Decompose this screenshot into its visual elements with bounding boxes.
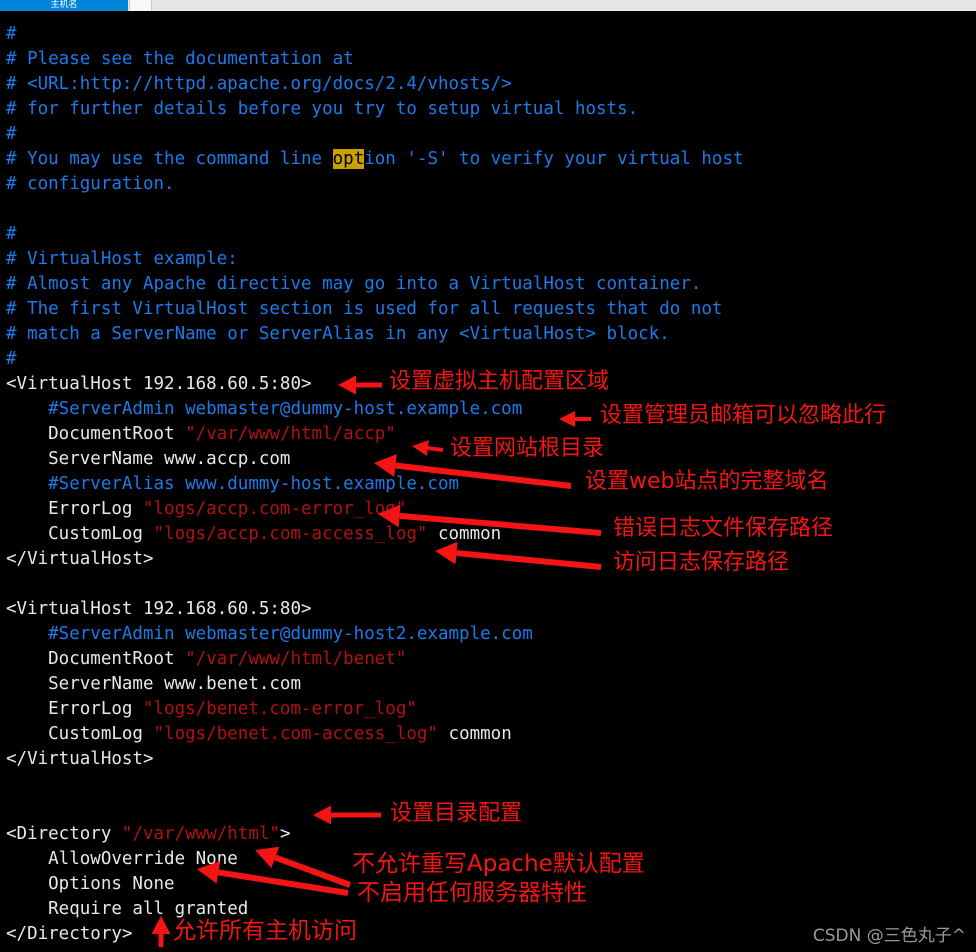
code-line: # match a ServerName or ServerAlias in a… bbox=[6, 322, 670, 347]
annotation-label: 设置虚拟主机配置区域 bbox=[389, 369, 610, 394]
code-segment: </Directory> bbox=[6, 924, 133, 944]
code-segment: # for further details before you try to … bbox=[6, 99, 639, 119]
code-line: ServerName www.accp.com bbox=[6, 447, 290, 472]
code-segment: # bbox=[6, 224, 17, 244]
code-segment: "/var/www/html" bbox=[121, 824, 280, 844]
annotation-arrow bbox=[559, 411, 591, 427]
code-segment: CustomLog bbox=[6, 524, 154, 544]
code-line: # bbox=[6, 122, 17, 147]
code-segment: <Directory bbox=[6, 824, 122, 844]
code-line: ErrorLog "logs/accp.com-error_log" bbox=[6, 497, 406, 522]
code-line: </VirtualHost> bbox=[6, 747, 154, 772]
code-segment: <VirtualHost 192.168.60.5:80> bbox=[6, 374, 312, 394]
code-line: ErrorLog "logs/benet.com-error_log" bbox=[6, 697, 417, 722]
code-line: # bbox=[6, 22, 17, 47]
code-line: # Almost any Apache directive may go int… bbox=[6, 272, 701, 297]
code-segment: "logs/accp.com-access_log" bbox=[153, 524, 428, 544]
annotation-arrow bbox=[255, 846, 352, 888]
code-segment: # <URL:http://httpd.apache.org/docs/2.4/… bbox=[6, 74, 512, 94]
code-segment: common bbox=[438, 724, 512, 744]
annotation-arrow bbox=[412, 440, 444, 456]
code-line: # You may use the command line option '-… bbox=[6, 147, 744, 172]
code-line: CustomLog "logs/benet.com-access_log" co… bbox=[6, 722, 512, 747]
tab-bar: 主机名 bbox=[0, 0, 976, 11]
annotation-label: 允许所有主机访问 bbox=[173, 918, 357, 944]
code-segment: #ServerAlias www.dummy-host.example.com bbox=[6, 474, 460, 494]
code-segment: "logs/benet.com-error_log" bbox=[142, 699, 417, 719]
code-segment: # bbox=[6, 24, 17, 44]
tab-active[interactable]: 主机名 bbox=[0, 0, 128, 11]
annotation-label: 访问日志保存路径 bbox=[613, 550, 790, 575]
code-line: #ServerAdmin webmaster@dummy-host2.examp… bbox=[6, 622, 533, 647]
code-segment: #ServerAdmin webmaster@dummy-host2.examp… bbox=[6, 624, 533, 644]
annotation-label: 设置目录配置 bbox=[390, 801, 523, 826]
code-line: # bbox=[6, 222, 17, 247]
code-segment: > bbox=[279, 824, 291, 844]
annotation-label: 错误日志文件保存路径 bbox=[613, 516, 834, 541]
search-highlight: opt bbox=[332, 149, 365, 169]
code-segment: ion '-S' to verify your virtual host bbox=[364, 149, 744, 169]
code-segment: "/var/www/html/accp" bbox=[185, 424, 396, 444]
code-line: </Directory> bbox=[6, 922, 132, 947]
code-line: # for further details before you try to … bbox=[6, 97, 638, 122]
code-line: # The first VirtualHost section is used … bbox=[6, 297, 722, 322]
annotation-label: 不启用任何服务器特性 bbox=[357, 880, 587, 906]
code-segment: # match a ServerName or ServerAlias in a… bbox=[6, 324, 670, 344]
code-segment: </VirtualHost> bbox=[6, 549, 154, 569]
code-line: # VirtualHost example: bbox=[6, 247, 238, 272]
code-line: #ServerAlias www.dummy-host.example.com bbox=[6, 472, 459, 497]
csdn-watermark: CSDN @三色丸子^ bbox=[812, 926, 966, 946]
annotation-arrow bbox=[313, 805, 381, 825]
code-segment: # Almost any Apache directive may go int… bbox=[6, 274, 702, 294]
code-segment: "logs/accp.com-error_log" bbox=[142, 499, 407, 519]
code-segment: # Please see the documentation at bbox=[6, 49, 354, 69]
code-segment: </VirtualHost> bbox=[6, 749, 154, 769]
code-line: # Please see the documentation at bbox=[6, 47, 354, 72]
code-line: </VirtualHost> bbox=[6, 547, 154, 572]
code-segment: # bbox=[6, 349, 17, 369]
code-segment: "/var/www/html/benet" bbox=[185, 649, 407, 669]
code-line: <VirtualHost 192.168.60.5:80> bbox=[6, 597, 312, 622]
code-line: AllowOverride None bbox=[6, 847, 238, 872]
code-segment: # You may use the command line bbox=[6, 149, 333, 169]
code-line: <VirtualHost 192.168.60.5:80> bbox=[6, 372, 312, 397]
code-segment: Require all granted bbox=[6, 899, 249, 919]
annotation-arrow bbox=[338, 375, 382, 395]
code-segment: # bbox=[6, 124, 17, 144]
code-segment: ServerName www.accp.com bbox=[6, 449, 291, 469]
code-segment: # configuration. bbox=[6, 174, 175, 194]
code-line: # configuration. bbox=[6, 172, 175, 197]
code-segment: common bbox=[427, 524, 502, 544]
code-segment: CustomLog bbox=[6, 724, 154, 744]
code-line: CustomLog "logs/accp.com-access_log" com… bbox=[6, 522, 501, 547]
code-segment: Options None bbox=[6, 874, 175, 894]
annotation-label: 不允许重写Apache默认配置 bbox=[352, 851, 645, 877]
code-segment: DocumentRoot bbox=[6, 424, 186, 444]
code-segment: <VirtualHost 192.168.60.5:80> bbox=[6, 599, 312, 619]
editor-viewport[interactable]: # # Please see the documentation at # <URL… bbox=[0, 13, 976, 952]
code-line: <Directory "/var/www/html"> bbox=[6, 822, 291, 847]
code-line: # bbox=[6, 347, 17, 372]
code-line: DocumentRoot "/var/www/html/benet" bbox=[6, 647, 406, 672]
code-segment: AllowOverride None bbox=[6, 849, 238, 869]
code-line: #ServerAdmin webmaster@dummy-host.exampl… bbox=[6, 397, 522, 422]
code-line: ServerName www.benet.com bbox=[6, 672, 301, 697]
code-segment: # The first VirtualHost section is used … bbox=[6, 299, 723, 319]
annotation-label: 设置web站点的完整域名 bbox=[585, 469, 829, 494]
annotation-label: 设置网站根目录 bbox=[450, 436, 605, 461]
code-line: Options None bbox=[6, 872, 175, 897]
code-line: DocumentRoot "/var/www/html/accp" bbox=[6, 422, 396, 447]
code-segment: ErrorLog bbox=[6, 499, 143, 519]
code-segment: ServerName www.benet.com bbox=[6, 674, 302, 694]
code-segment: # VirtualHost example: bbox=[6, 249, 238, 269]
annotation-label: 设置管理员邮箱可以忽略此行 bbox=[600, 403, 887, 428]
code-segment: DocumentRoot bbox=[6, 649, 186, 669]
code-line: # <URL:http://httpd.apache.org/docs/2.4/… bbox=[6, 72, 512, 97]
terminal-window: 主机名 # # Please see the documentation at # … bbox=[0, 0, 976, 952]
code-segment: "logs/benet.com-access_log" bbox=[153, 724, 438, 744]
code-segment: ErrorLog bbox=[6, 699, 143, 719]
new-tab-button[interactable] bbox=[129, 0, 152, 11]
code-segment: #ServerAdmin webmaster@dummy-host.exampl… bbox=[6, 399, 523, 419]
